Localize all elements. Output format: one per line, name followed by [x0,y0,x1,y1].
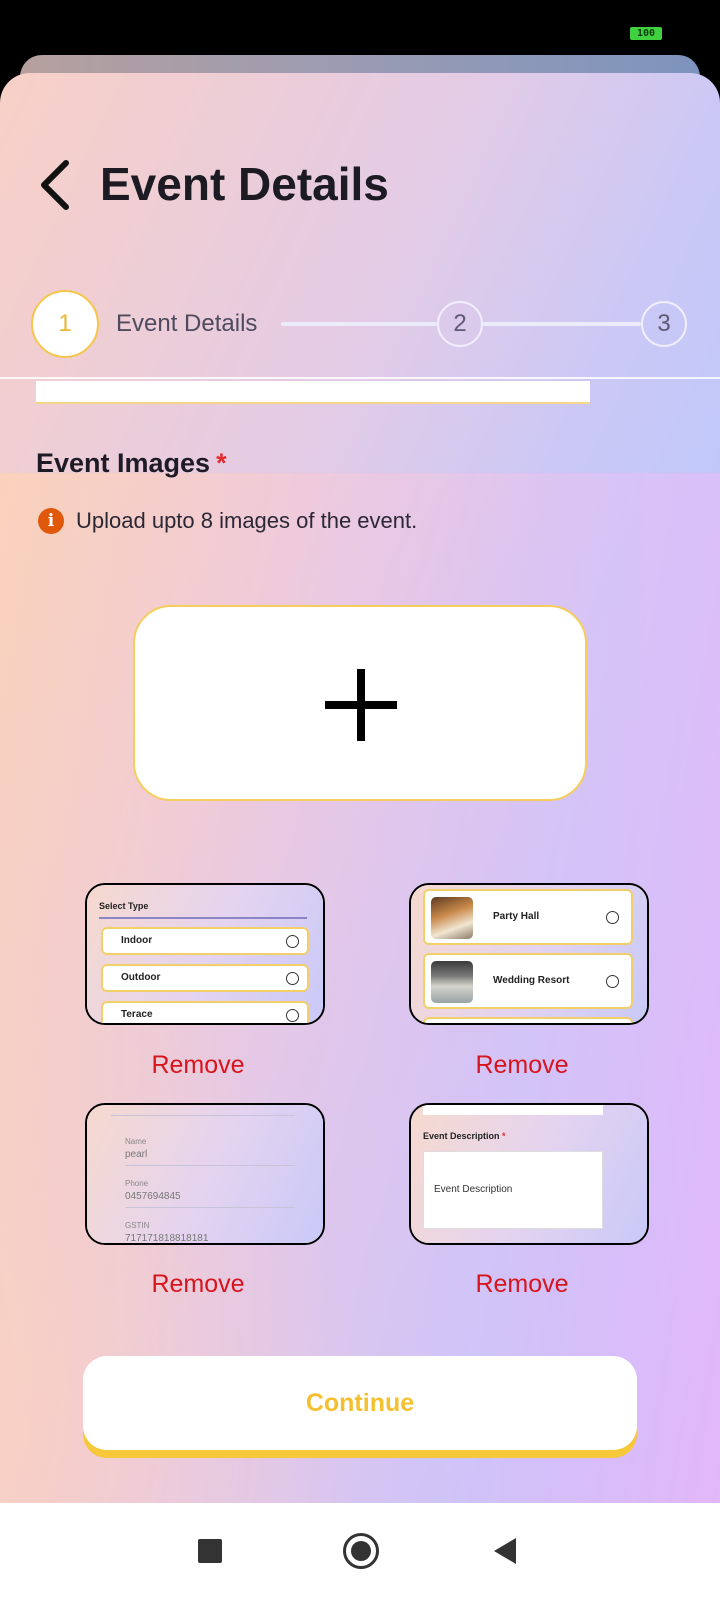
remove-image-button[interactable]: Remove [78,1270,318,1299]
remove-image-button[interactable]: Remove [402,1270,642,1299]
system-nav-bar [0,1503,720,1600]
header: Event Details 1 Event Details 2 3 [0,73,720,373]
plus-icon [357,669,365,741]
battery-icon: 100 [630,27,662,40]
image-thumbnail: Party Hall Wedding Resort [409,883,649,1025]
step-1-label: Event Details [116,310,258,337]
image-thumbnail: Select Type Indoor Outdoor Terace [85,883,325,1025]
page-title: Event Details [100,158,389,210]
previous-field-card [36,381,590,404]
continue-label: Continue [83,1356,637,1450]
recents-button[interactable] [198,1539,222,1563]
step-3: 3 [641,301,687,347]
event-images-title: Event Images * [36,448,227,478]
home-button[interactable] [343,1533,379,1569]
upload-info-text: Upload upto 8 images of the event. [76,508,418,533]
chevron-left-icon [41,160,69,210]
add-image-button[interactable] [133,605,587,801]
system-back-button[interactable] [494,1538,516,1564]
info-icon: i [38,508,64,534]
venue-photo [431,961,473,1003]
image-thumbnail: Name pearl Phone 0457694845 GSTIN 717171… [85,1103,325,1245]
back-button[interactable] [34,155,84,215]
continue-button[interactable]: Continue [83,1356,637,1462]
event-details-sheet: Event Details 1 Event Details 2 3 Event … [0,73,720,1503]
image-thumbnail: Event Description * Event Description [409,1103,649,1245]
header-divider [0,377,720,379]
required-mark: * [216,448,227,478]
step-2: 2 [437,301,483,347]
step-connector [281,322,437,326]
step-connector [483,322,641,326]
remove-image-button[interactable]: Remove [402,1051,642,1080]
remove-image-button[interactable]: Remove [78,1051,318,1080]
stepper: 1 Event Details 2 3 [0,290,720,360]
upload-info: i Upload upto 8 images of the event. [38,506,417,536]
step-1: 1 [31,290,99,358]
status-bar: 100 [0,0,720,56]
venue-photo [431,897,473,939]
